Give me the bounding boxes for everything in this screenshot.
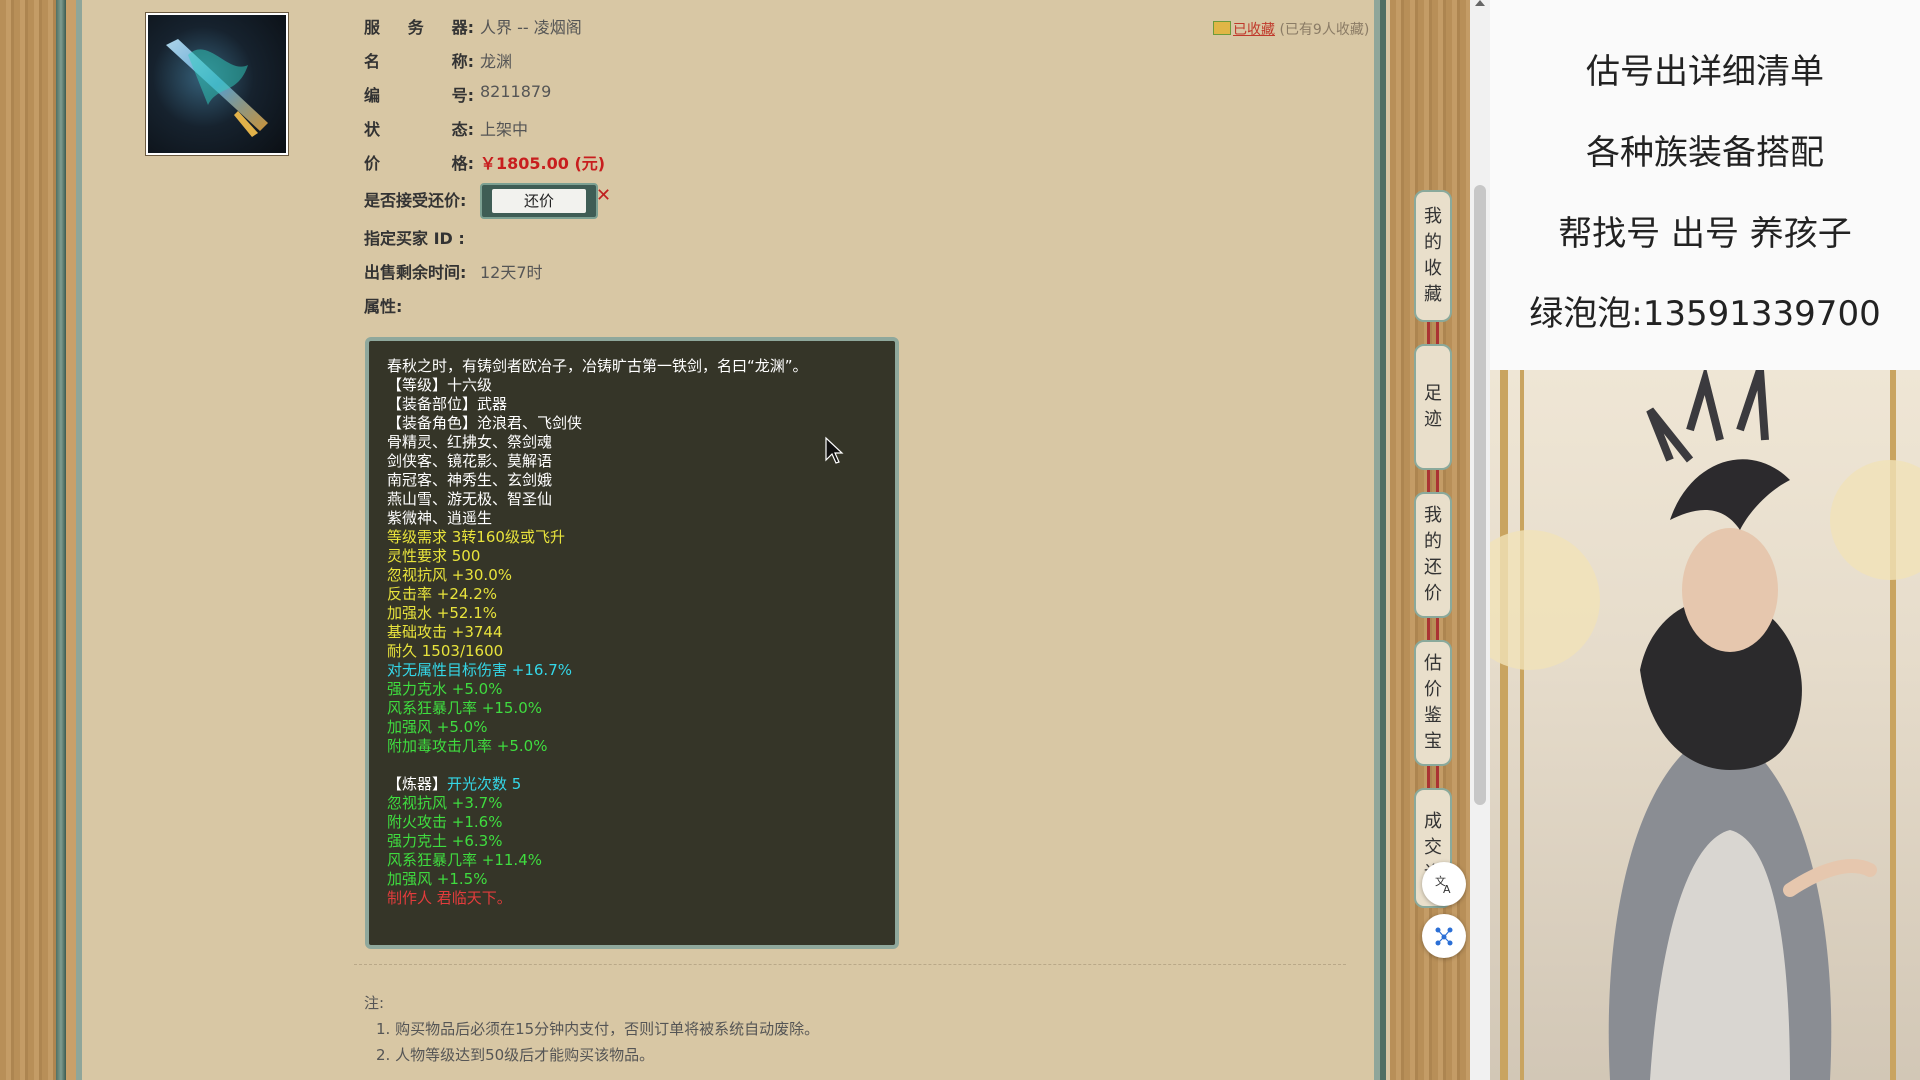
- tab-connector: [1427, 322, 1439, 344]
- attribute-line: 反击率 +24.2%: [387, 585, 497, 603]
- notes: 注: 1. 购买物品后必须在15分钟内支付，否则订单将被系统自动废除。 2. 人…: [364, 990, 819, 1068]
- attribute-line: 风系狂暴几率 +15.0%: [387, 699, 542, 717]
- name-label: 名称:: [364, 52, 474, 71]
- attribute-line: 耐久 1503/1600: [387, 642, 504, 660]
- attribute-line: 基础攻击 +3744: [387, 623, 503, 641]
- favorite-count: (已有9人收藏): [1279, 22, 1370, 38]
- promo-line: 各种族装备搭配: [1586, 133, 1824, 173]
- name-value: 龙渊: [480, 52, 513, 71]
- attribute-line: 附加毒攻击几率 +5.0%: [387, 737, 548, 755]
- attribute-line: 【装备部位】武器: [387, 395, 508, 413]
- close-icon[interactable]: ✕: [596, 185, 611, 206]
- tab-appraisal[interactable]: 估价鉴宝: [1414, 640, 1452, 766]
- note-item: 1. 购买物品后必须在15分钟内支付，否则订单将被系统自动废除。: [376, 1020, 820, 1038]
- attribute-line: 南冠客、神秀生、玄剑娥: [387, 471, 553, 489]
- scrollbar-thumb[interactable]: [1474, 185, 1486, 805]
- attribute-value: 开光次数 5: [447, 775, 522, 793]
- scroll-up-icon[interactable]: [1475, 0, 1485, 6]
- counter-offer-label: 是否接受还价:: [364, 191, 467, 210]
- attribute-line: 强力克土 +6.3%: [387, 832, 503, 850]
- promo-line: 帮找号 出号 养孩子: [1558, 214, 1852, 254]
- attribute-line: 风系狂暴几率 +11.4%: [387, 851, 542, 869]
- id-label: 编号:: [364, 86, 474, 105]
- side-tabs: 我的收藏 足迹 我的还价 估价鉴宝 成交询: [1412, 190, 1454, 908]
- attribute-line: 对无属性目标伤害 +16.7%: [387, 661, 572, 679]
- attribute-line: 加强风 +1.5%: [387, 870, 488, 888]
- item-image: [145, 12, 289, 156]
- attribute-prefix: 【炼器】: [387, 775, 448, 793]
- left-wood-border: [0, 0, 66, 1080]
- price-value: ￥1805.00 (元): [480, 154, 606, 173]
- id-value: 8211879: [480, 82, 552, 101]
- attribute-line: 【等级】十六级: [387, 376, 493, 394]
- attribute-line: 剑侠客、镜花影、莫解语: [387, 452, 553, 470]
- attribute-line: 【炼器】开光次数 5: [387, 775, 877, 794]
- tab-my-counter-offers[interactable]: 我的还价: [1414, 492, 1452, 618]
- counter-offer-button[interactable]: 还价: [480, 183, 598, 219]
- server-value: 人界 -- 凌烟阁: [480, 18, 582, 37]
- time-value: 12天7时: [480, 263, 543, 282]
- attribute-panel: 春秋之时，有铸剑者欧冶子，冶铸旷古第一铁剑，名曰“龙渊”。 【等级】十六级 【装备部…: [365, 337, 899, 949]
- promo-line: 估号出详细清单: [1586, 52, 1824, 92]
- tab-footprint[interactable]: 足迹: [1414, 344, 1452, 470]
- side-tab-label: 我的收藏: [1424, 206, 1442, 305]
- attribute-line: 燕山雪、游无极、智圣仙: [387, 490, 553, 508]
- server-label: 服务器:: [364, 18, 474, 37]
- attribute-line: 加强风 +5.0%: [387, 718, 488, 736]
- attribute-line: 灵性要求 500: [387, 547, 481, 565]
- attribute-line: [387, 756, 877, 775]
- attribute-line: 紫微神、逍遥生: [387, 509, 493, 527]
- buyer-label: 指定买家 ID :: [364, 229, 465, 248]
- side-tab-label: 我的还价: [1424, 505, 1442, 604]
- character-illustration: [1490, 370, 1920, 1080]
- attribute-line: 骨精灵、红拂女、祭剑魂: [387, 433, 553, 451]
- time-label: 出售剩余时间:: [364, 263, 467, 282]
- tab-connector: [1427, 470, 1439, 492]
- attribute-line: 春秋之时，有铸剑者欧冶子，冶铸旷古第一铁剑，名曰“龙渊”。: [387, 357, 808, 375]
- attr-label: 属性:: [364, 297, 403, 316]
- tab-connector: [1427, 766, 1439, 788]
- side-tab-label: 足迹: [1424, 383, 1442, 430]
- tab-connector: [1427, 618, 1439, 640]
- attribute-line: 等级需求 3转160级或飞升: [387, 528, 565, 546]
- attribute-line: 制作人 君临天下。: [387, 889, 512, 907]
- favorite-link[interactable]: 已收藏: [1233, 22, 1275, 38]
- promo-panel: 估号出详细清单 各种族装备搭配 帮找号 出号 养孩子 绿泡泡:135913397…: [1490, 0, 1920, 370]
- side-tab-label: 估价鉴宝: [1424, 653, 1442, 752]
- promo-line: 绿泡泡:13591339700: [1529, 294, 1881, 334]
- counter-offer-button-label: 还价: [492, 189, 586, 213]
- attribute-line: 附火攻击 +1.6%: [387, 813, 503, 831]
- status-label: 状态:: [364, 120, 474, 139]
- attribute-line: 【装备角色】沧浪君、飞剑侠: [387, 414, 583, 432]
- attribute-line: 忽视抗风 +3.7%: [387, 794, 503, 812]
- cursor-icon: [825, 436, 844, 464]
- translate-icon[interactable]: 文A: [1422, 862, 1466, 906]
- status-value: 上架中: [480, 120, 529, 139]
- svg-text:A: A: [1443, 883, 1451, 895]
- attribute-line: 加强水 +52.1%: [387, 604, 497, 622]
- network-icon[interactable]: [1422, 914, 1466, 958]
- note-item: 2. 人物等级达到50级后才能购买该物品。: [376, 1046, 655, 1064]
- favorite-icon: [1213, 21, 1231, 35]
- attribute-line: 强力克水 +5.0%: [387, 680, 503, 698]
- notes-title: 注:: [364, 994, 385, 1012]
- price-label: 价格:: [364, 154, 474, 173]
- attribute-line: 忽视抗风 +30.0%: [387, 566, 512, 584]
- divider: [354, 964, 1346, 965]
- favorite-status: 已收藏 (已有9人收藏): [1213, 19, 1369, 39]
- tab-my-favorites[interactable]: 我的收藏: [1414, 190, 1452, 322]
